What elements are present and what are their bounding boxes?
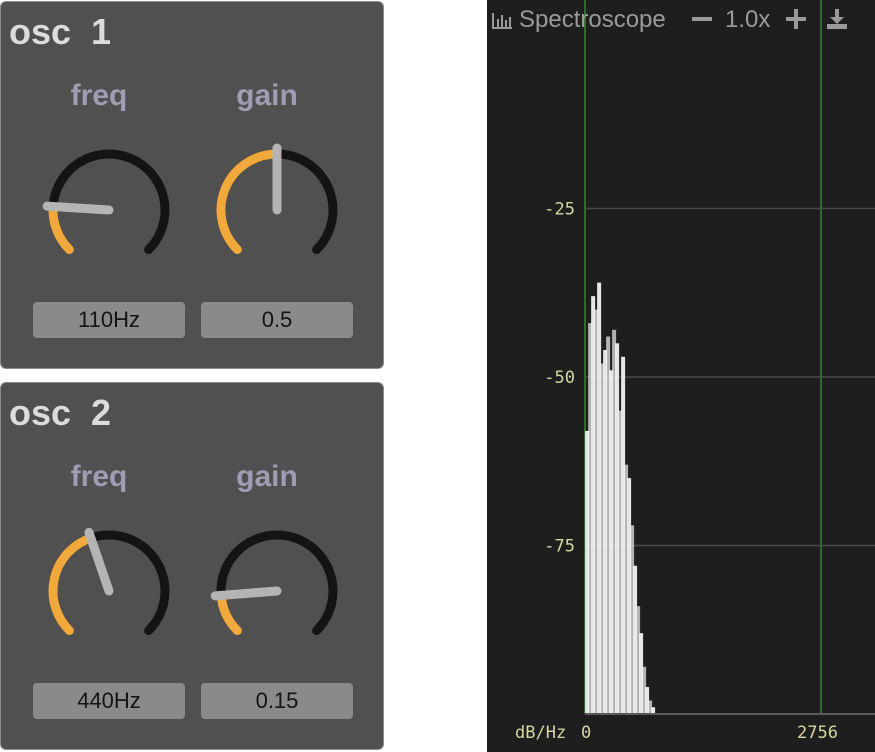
osc-1-freq-value[interactable]: 110Hz <box>33 302 185 338</box>
zoom-level: 1.0x <box>725 6 771 33</box>
osc-1-freq-label: freq <box>70 79 128 112</box>
osc-1-panel: osc 1 freq gain 110Hz 0.5 <box>0 1 384 369</box>
y-tick-label: -50 <box>544 368 575 388</box>
osc-1-gain-label: gain <box>236 79 298 112</box>
spectroscope-title: Spectroscope <box>519 6 666 33</box>
osc-1-gain-value[interactable]: 0.5 <box>201 302 353 338</box>
knob-value-arc <box>216 590 242 636</box>
plus-icon[interactable] <box>785 8 807 37</box>
knob-track <box>48 149 170 255</box>
knob-pointer <box>84 527 114 596</box>
knob-pointer <box>42 201 114 215</box>
x-tick-label: 2756 <box>797 723 838 743</box>
y-tick-label: -25 <box>544 200 575 220</box>
download-icon[interactable] <box>825 7 849 38</box>
spectroscope-header: Spectroscope 1.0x <box>487 0 875 40</box>
osc-1-gain-knob[interactable] <box>207 140 347 280</box>
knob-value-arc <box>48 533 96 636</box>
bar-chart-icon <box>491 9 513 37</box>
minus-icon[interactable] <box>691 8 713 37</box>
spectrum-bar <box>651 707 656 714</box>
spectroscope-chart: -25 -50 -75 dB/Hz 0 2756 <box>515 0 875 743</box>
osc-1-title: osc 1 <box>9 11 112 52</box>
y-tick-label: -75 <box>544 537 575 557</box>
osc-1-freq-knob[interactable] <box>39 140 179 280</box>
knob-value-arc <box>48 201 74 255</box>
spectroscope-panel: -25 -50 -75 dB/Hz 0 2756 Spectroscope 1.0x <box>487 0 875 752</box>
osc-2-gain-knob[interactable] <box>207 521 347 661</box>
osc-2-title: osc 2 <box>9 392 112 433</box>
osc-2-gain-label: gain <box>236 460 298 493</box>
osc-2-panel: osc 2 freq gain 440Hz 0.15 <box>0 382 384 750</box>
osc-2-gain-value[interactable]: 0.15 <box>201 683 353 719</box>
y-axis-label: dB/Hz <box>515 723 566 743</box>
knob-value-arc <box>216 149 282 255</box>
osc-2-freq-value[interactable]: 440Hz <box>33 683 185 719</box>
x-tick-label: 0 <box>581 723 591 743</box>
knob-track <box>216 530 338 636</box>
osc-2-freq-label: freq <box>70 460 128 493</box>
knob-pointer <box>210 586 282 601</box>
osc-2-freq-knob[interactable] <box>39 521 179 661</box>
